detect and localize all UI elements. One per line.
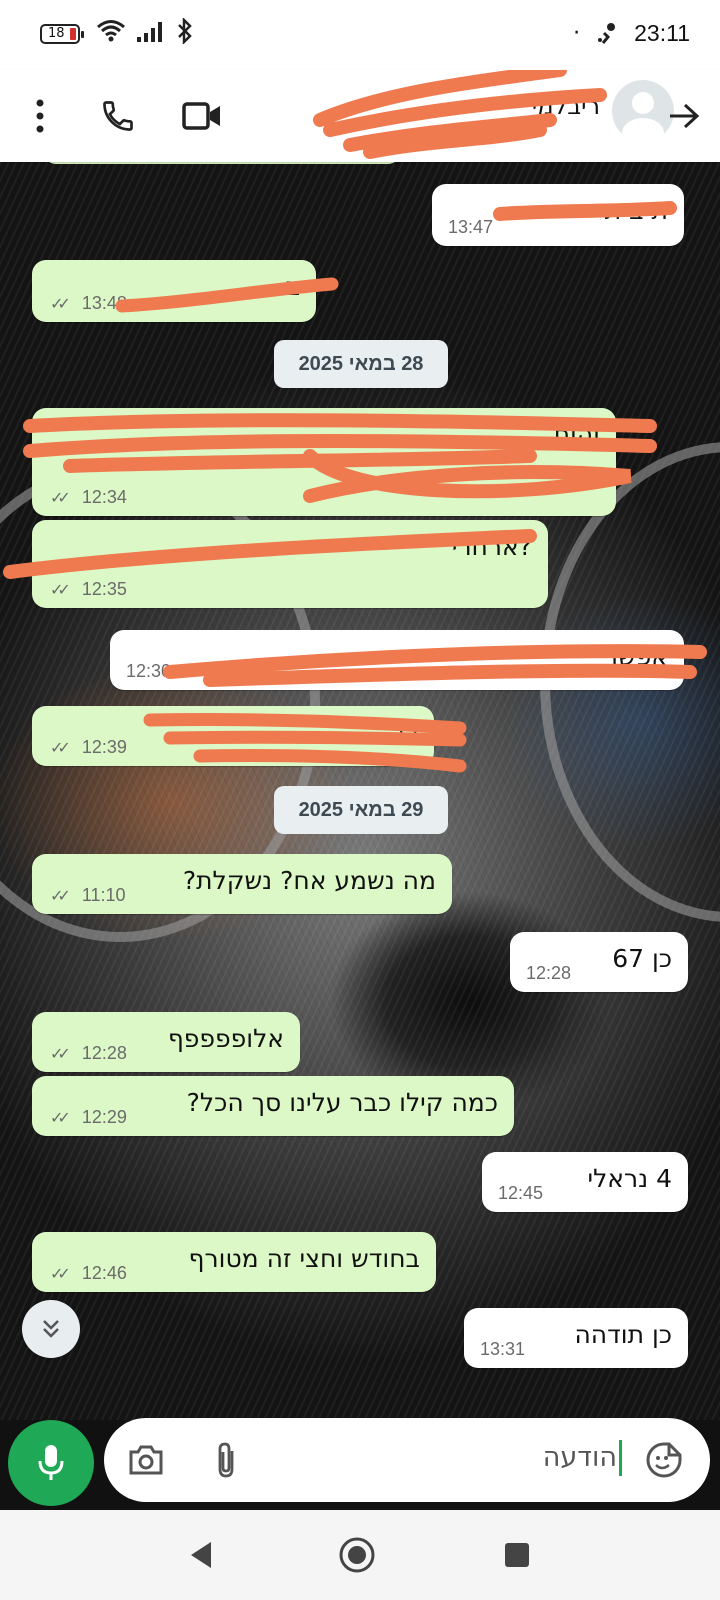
emoji-icon xyxy=(646,1442,682,1478)
nav-back-button[interactable] xyxy=(178,1532,224,1578)
read-receipt-icon: ✓✓ xyxy=(50,489,71,507)
camera-button[interactable] xyxy=(124,1438,168,1482)
square-recents-icon xyxy=(505,1543,529,1567)
back-button[interactable] xyxy=(662,94,706,138)
system-navigation-bar xyxy=(0,1510,720,1600)
signal-icon xyxy=(137,22,162,42)
circle-home-icon xyxy=(339,1537,375,1573)
previous-bubble-edge xyxy=(44,162,400,164)
chat-header: ריבלמי xyxy=(0,70,720,162)
message-bubble-outgoing[interactable]: והוח ✓✓ 12:34 xyxy=(32,408,616,516)
mic-icon xyxy=(38,1445,64,1480)
double-chevron-down-icon xyxy=(43,1320,59,1338)
message-bubble-outgoing[interactable]: ב ✓✓ 13:48 xyxy=(32,260,316,322)
message-time: 12:35 xyxy=(81,579,127,599)
message-meta: 13:31 xyxy=(480,1339,525,1360)
status-dot: · xyxy=(573,21,581,46)
status-bar: 18 · 23:11 xyxy=(0,0,720,70)
triangle-back-icon xyxy=(191,1542,211,1568)
read-receipt-icon: ✓✓ xyxy=(50,887,71,905)
message-meta: 12:28 xyxy=(526,963,571,984)
message-time: 12:28 xyxy=(81,1043,127,1063)
phone-icon xyxy=(103,101,133,131)
date-separator: 28 במאי 2025 xyxy=(274,340,448,388)
read-receipt-icon: ✓✓ xyxy=(50,1109,71,1127)
read-receipt-icon: ✓✓ xyxy=(50,581,71,599)
message-bubble-incoming[interactable]: כן תודהה 13:31 xyxy=(464,1308,688,1368)
read-receipt-icon: ✓✓ xyxy=(50,295,71,313)
message-meta: ✓✓ 12:34 xyxy=(50,487,127,508)
attach-icon xyxy=(218,1442,234,1478)
alarm-vibrate-icon xyxy=(598,22,616,44)
video-icon xyxy=(182,102,220,130)
message-text: אפשר xyxy=(603,642,668,671)
message-text: והוח xyxy=(553,420,600,449)
message-bubble-incoming[interactable]: ת ב ת 13:47 xyxy=(432,184,684,246)
scroll-to-bottom-button[interactable] xyxy=(22,1300,80,1358)
message-meta: ✓✓ 11:10 xyxy=(50,885,126,906)
message-time: 11:10 xyxy=(81,885,126,905)
battery-level-text: 18 xyxy=(48,26,65,41)
battery-level-icon xyxy=(70,28,76,40)
message-bubble-outgoing[interactable]: כה ✓✓ 12:39 xyxy=(32,706,434,766)
message-time: 13:31 xyxy=(480,1339,526,1359)
date-separator: 29 במאי 2025 xyxy=(274,786,448,834)
emoji-button[interactable] xyxy=(642,1438,686,1482)
message-time: 12:46 xyxy=(81,1263,127,1283)
status-right: · 23:11 xyxy=(573,20,690,47)
message-bubble-outgoing[interactable]: בחודש וחצי זה מטורף ✓✓ 12:46 xyxy=(32,1232,436,1292)
contact-name[interactable]: ריבלמי xyxy=(330,92,600,132)
voice-call-button[interactable] xyxy=(96,94,140,138)
message-bubble-incoming[interactable]: 4 נראלי 12:45 xyxy=(482,1152,688,1212)
message-meta: ✓✓ 12:35 xyxy=(50,579,127,600)
message-time: 12:30 xyxy=(126,661,172,681)
message-time: 13:48 xyxy=(81,293,127,313)
message-meta: ✓✓ 12:28 xyxy=(50,1043,127,1064)
message-meta: 12:30 xyxy=(126,661,171,682)
message-bubble-incoming[interactable]: אפשר 12:30 xyxy=(110,630,684,690)
message-meta: 12:45 xyxy=(498,1183,543,1204)
chat-area[interactable]: ת ב ת 13:47 ב ✓✓ 13:48 28 במאי 2025 והוח… xyxy=(0,162,720,1420)
message-time: 12:45 xyxy=(498,1183,544,1203)
wifi-icon xyxy=(97,20,125,42)
read-receipt-icon: ✓✓ xyxy=(50,1045,71,1063)
message-bubble-outgoing[interactable]: אלופפפפף ✓✓ 12:28 xyxy=(32,1012,300,1072)
message-bubble-incoming[interactable]: כן 67 12:28 xyxy=(510,932,688,992)
message-input-placeholder: הודעה xyxy=(543,1440,622,1476)
message-meta: ✓✓ 13:48 xyxy=(50,293,127,314)
more-icon xyxy=(36,99,44,133)
battery-indicator: 18 xyxy=(40,24,84,44)
bluetooth-icon xyxy=(178,18,192,44)
more-options-button[interactable] xyxy=(18,94,62,138)
status-icons xyxy=(96,18,194,44)
message-bubble-outgoing[interactable]: ?ארחרי ✓✓ 12:35 xyxy=(32,520,548,608)
back-arrow-icon xyxy=(670,103,700,129)
message-time: 12:29 xyxy=(81,1107,127,1127)
nav-recents-button[interactable] xyxy=(494,1532,540,1578)
message-meta: 13:47 xyxy=(448,217,493,238)
message-time: 12:28 xyxy=(526,963,572,983)
message-meta: ✓✓ 12:29 xyxy=(50,1107,127,1128)
status-time: 23:11 xyxy=(634,20,690,46)
camera-icon xyxy=(129,1445,163,1475)
video-call-button[interactable] xyxy=(180,94,224,138)
message-input[interactable]: הודעה xyxy=(104,1418,710,1502)
voice-message-button[interactable] xyxy=(8,1420,94,1506)
message-time: 12:39 xyxy=(81,737,127,757)
message-meta: ✓✓ 12:39 xyxy=(50,737,127,758)
attach-button[interactable] xyxy=(204,1438,248,1482)
message-meta: ✓✓ 12:46 xyxy=(50,1263,127,1284)
message-time: 13:47 xyxy=(448,217,494,237)
message-text: ?ארחרי xyxy=(451,532,532,561)
message-bubble-outgoing[interactable]: מה נשמע אח? נשקלת? ✓✓ 11:10 xyxy=(32,854,452,914)
read-receipt-icon: ✓✓ xyxy=(50,739,71,757)
message-time: 12:34 xyxy=(81,487,127,507)
read-receipt-icon: ✓✓ xyxy=(50,1265,71,1283)
message-bubble-outgoing[interactable]: כמה קילו כבר עלינו סך הכל? ✓✓ 12:29 xyxy=(32,1076,514,1136)
nav-home-button[interactable] xyxy=(334,1532,380,1578)
